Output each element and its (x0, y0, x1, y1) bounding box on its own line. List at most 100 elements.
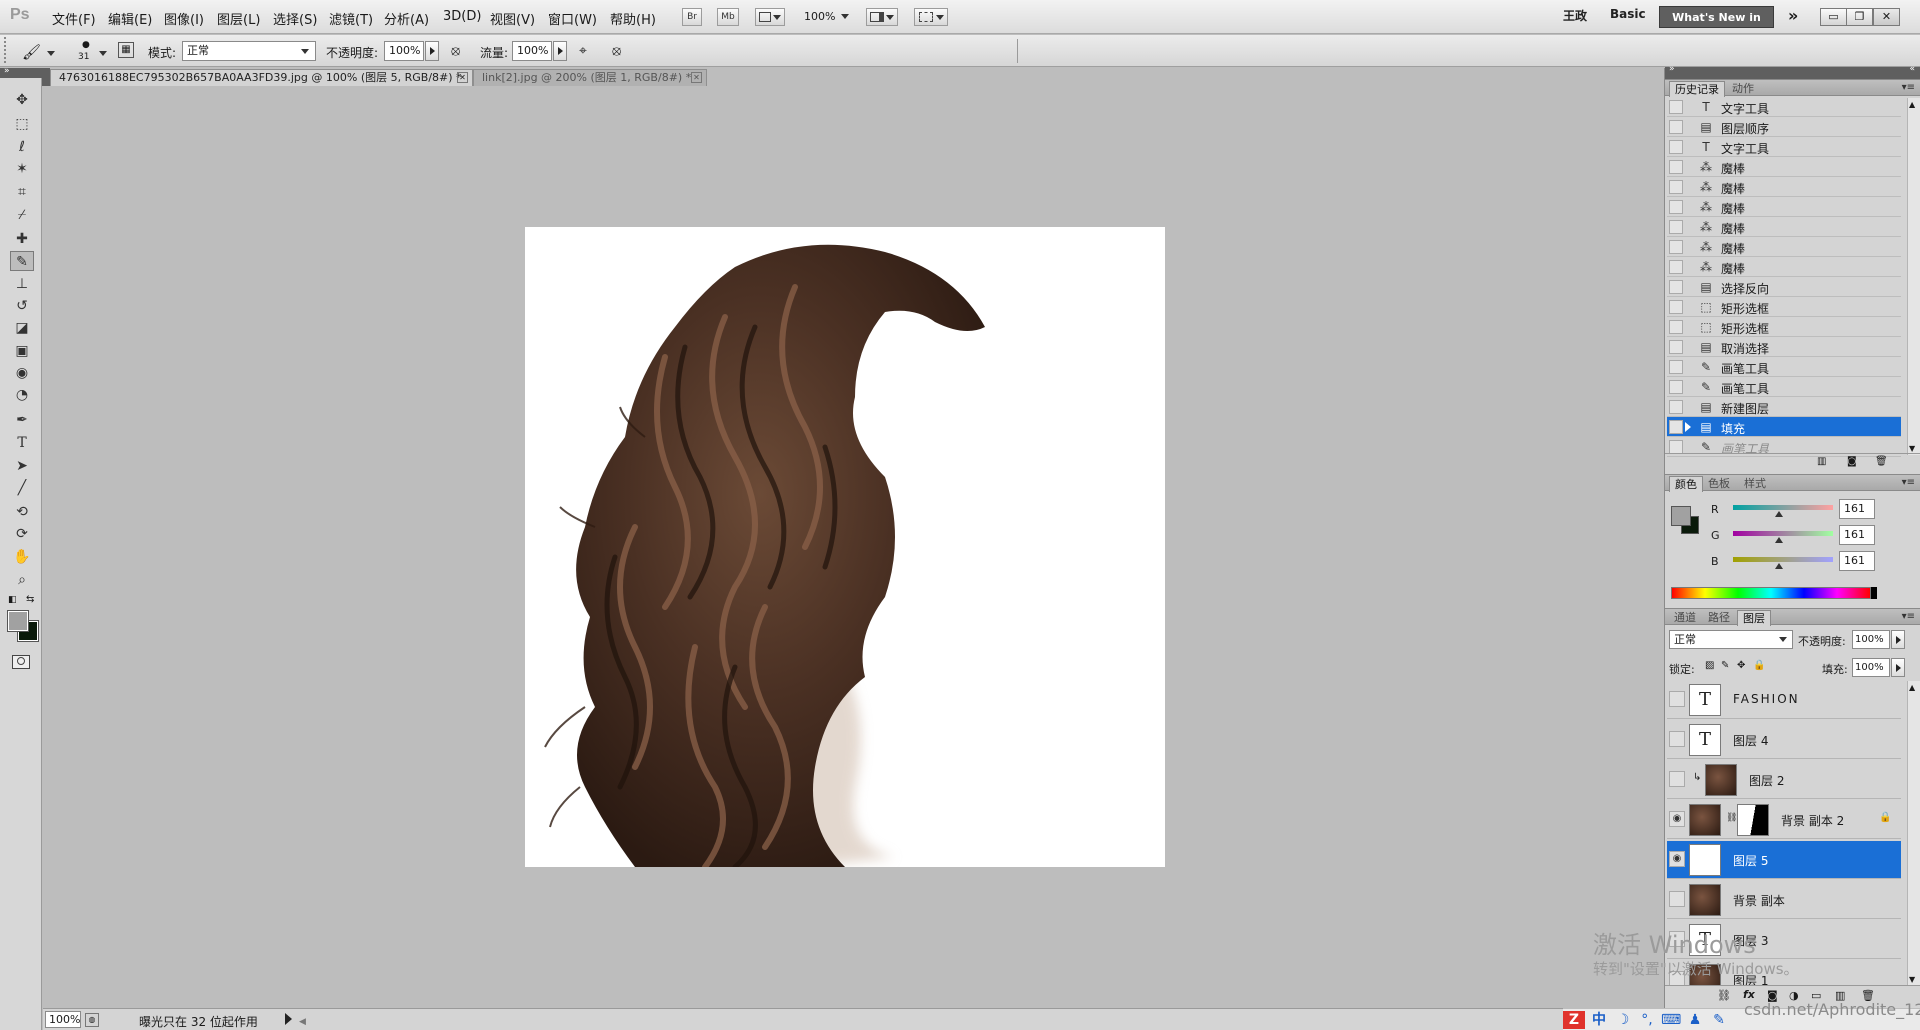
layer-name[interactable]: 背景 副本 (1733, 892, 1785, 909)
history-snapshot-source-checkbox[interactable] (1669, 400, 1683, 414)
more-workspaces-icon[interactable]: » (1788, 6, 1798, 25)
red-slider-track[interactable] (1733, 505, 1833, 510)
history-snapshot-source-checkbox[interactable] (1669, 300, 1683, 314)
ime-tools-icon[interactable]: ✎ (1709, 1011, 1729, 1029)
layer-visibility-eye-icon[interactable]: ◉ (1669, 851, 1685, 867)
tab-history[interactable]: 历史记录 (1669, 81, 1725, 97)
layer-name[interactable]: 图层 5 (1733, 852, 1768, 869)
mini-bridge-button[interactable]: Mb (717, 8, 739, 26)
fill-slider-button[interactable] (1891, 658, 1905, 677)
status-zoom-field[interactable]: 100% (45, 1011, 81, 1028)
lock-image-icon[interactable]: ✎ (1721, 660, 1729, 671)
blue-slider-track[interactable] (1733, 557, 1833, 562)
layer-thumbnail[interactable]: T (1689, 684, 1721, 716)
3d-orbit-tool-icon[interactable]: ⟳ (10, 524, 34, 544)
history-snapshot-source-checkbox[interactable] (1669, 240, 1683, 254)
lock-all-icon[interactable]: 🔒 (1753, 660, 1765, 671)
history-snapshot-source-checkbox[interactable] (1669, 160, 1683, 174)
tab-swatches[interactable]: 色板 (1703, 476, 1735, 492)
scroll-down-icon[interactable]: ▼ (1909, 444, 1915, 453)
ime-punctuation-icon[interactable]: °, (1637, 1011, 1657, 1029)
ime-user-icon[interactable]: ♟ (1685, 1011, 1705, 1029)
history-state-item[interactable]: ✎ 画笔工具 (1667, 377, 1901, 397)
foreground-color-swatch[interactable] (7, 610, 29, 632)
color-spectrum-ramp[interactable] (1671, 587, 1871, 599)
extras-button[interactable] (755, 8, 785, 26)
close-tab-icon[interactable]: ✕ (457, 72, 468, 83)
layer-row[interactable]: ↳ 图层 2 (1667, 761, 1901, 799)
menu-window[interactable]: 窗口(W) (548, 9, 597, 28)
flow-slider-button[interactable] (553, 41, 567, 61)
history-snapshot-source-checkbox[interactable] (1669, 220, 1683, 234)
mask-link-icon[interactable]: ⛓ (1726, 813, 1737, 823)
menu-analysis[interactable]: 分析(A) (384, 9, 429, 28)
scroll-down-icon[interactable]: ▼ (1909, 975, 1915, 984)
menu-edit[interactable]: 编辑(E) (108, 9, 152, 28)
history-snapshot-source-checkbox[interactable] (1669, 440, 1683, 454)
history-snapshot-source-checkbox[interactable] (1669, 380, 1683, 394)
status-menu-arrow-icon[interactable] (285, 1013, 292, 1025)
layer-thumbnail[interactable] (1689, 804, 1721, 836)
menu-file[interactable]: 文件(F) (52, 9, 96, 28)
document-canvas[interactable] (525, 227, 1165, 867)
tab-layers[interactable]: 图层 (1737, 610, 1771, 626)
ime-chinese-mode[interactable]: 中 (1589, 1011, 1609, 1029)
color-foreground-swatch[interactable] (1671, 506, 1691, 526)
lock-transparent-icon[interactable]: ▨ (1705, 660, 1714, 671)
toggle-brush-panel-icon[interactable]: ▦ (118, 42, 134, 58)
new-snapshot-icon[interactable]: ◙ (1847, 456, 1857, 467)
tab-document-1[interactable]: 4763016188EC795302B657BA0AA3FD39.jpg @ 1… (50, 69, 473, 86)
hand-tool-icon[interactable]: ✋ (10, 547, 34, 567)
layer-opacity-slider-button[interactable] (1891, 630, 1905, 649)
history-state-marker-icon[interactable] (1685, 422, 1691, 432)
airbrush-icon[interactable]: ⌖ (579, 43, 587, 59)
link-layers-icon[interactable]: ⛓ (1717, 989, 1731, 1002)
tab-paths[interactable]: 路径 (1703, 610, 1735, 626)
layer-visibility-eye-icon[interactable] (1669, 731, 1685, 747)
ime-logo-icon[interactable]: Z (1563, 1011, 1585, 1029)
brush-tool-preset-icon[interactable]: 🖌 (22, 43, 41, 61)
pen-tool-icon[interactable]: ✒ (10, 410, 34, 430)
screen-mode-button[interactable] (914, 8, 948, 26)
layers-scrollbar[interactable]: ▲ ▼ (1907, 681, 1920, 986)
tab-styles[interactable]: 样式 (1739, 476, 1771, 492)
workspace-wangzheng[interactable]: 王政 (1563, 7, 1587, 24)
ime-keyboard-icon[interactable]: ⌨ (1661, 1011, 1681, 1029)
restore-button[interactable]: ❐ (1846, 8, 1873, 26)
quick-mask-icon[interactable] (12, 655, 30, 669)
history-snapshot-source-checkbox[interactable] (1669, 180, 1683, 194)
tab-document-2[interactable]: link[2].jpg @ 200% (图层 1, RGB/8#) * ✕ (473, 69, 707, 86)
brush-preset-picker[interactable]: ● 31 (75, 40, 97, 64)
layer-row[interactable]: 背景 副本 (1667, 881, 1901, 919)
panel-menu-icon[interactable]: ▾≡ (1902, 477, 1915, 488)
history-state-item[interactable]: ▤ 取消选择 (1667, 337, 1901, 357)
zoom-tool-icon[interactable]: ⌕ (10, 570, 34, 590)
flow-input[interactable]: 100% (512, 41, 552, 61)
history-state-item[interactable]: ⬚ 矩形选框 (1667, 317, 1901, 337)
gradient-tool-icon[interactable]: ▣ (10, 341, 34, 361)
whats-new-button[interactable]: What's New in CS4 (1659, 6, 1774, 46)
eyedropper-tool-icon[interactable]: ⌿ (10, 205, 34, 225)
red-slider-thumb[interactable] (1775, 511, 1783, 517)
workspace-basic[interactable]: Basic (1610, 7, 1646, 21)
layer-row[interactable]: ◉ 图层 5 (1667, 841, 1901, 879)
history-state-item[interactable]: T 文字工具 (1667, 137, 1901, 157)
panel-menu-icon[interactable]: ▾≡ (1902, 82, 1915, 93)
layer-thumbnail[interactable] (1689, 844, 1721, 876)
green-slider-track[interactable] (1733, 531, 1833, 536)
marquee-tool-icon[interactable]: ⬚ (10, 114, 34, 134)
move-tool-icon[interactable]: ✥ (10, 90, 34, 110)
menu-select[interactable]: 选择(S) (273, 9, 317, 28)
healing-brush-tool-icon[interactable]: ✚ (10, 229, 34, 249)
scroll-up-icon[interactable]: ▲ (1909, 100, 1915, 109)
new-document-from-state-icon[interactable]: ▥ (1817, 456, 1826, 467)
history-snapshot-source-checkbox[interactable] (1669, 280, 1683, 294)
eraser-tool-icon[interactable]: ◪ (10, 318, 34, 338)
green-value-input[interactable]: 161 (1839, 525, 1875, 545)
layer-name[interactable]: 图层 4 (1733, 732, 1768, 749)
bridge-button[interactable]: Br (682, 8, 702, 26)
history-state-item[interactable]: ▤ 选择反向 (1667, 277, 1901, 297)
layer-name[interactable]: 图层 2 (1749, 772, 1784, 789)
blur-tool-icon[interactable]: ◉ (10, 363, 34, 383)
layer-visibility-eye-icon[interactable]: ◉ (1669, 811, 1685, 827)
